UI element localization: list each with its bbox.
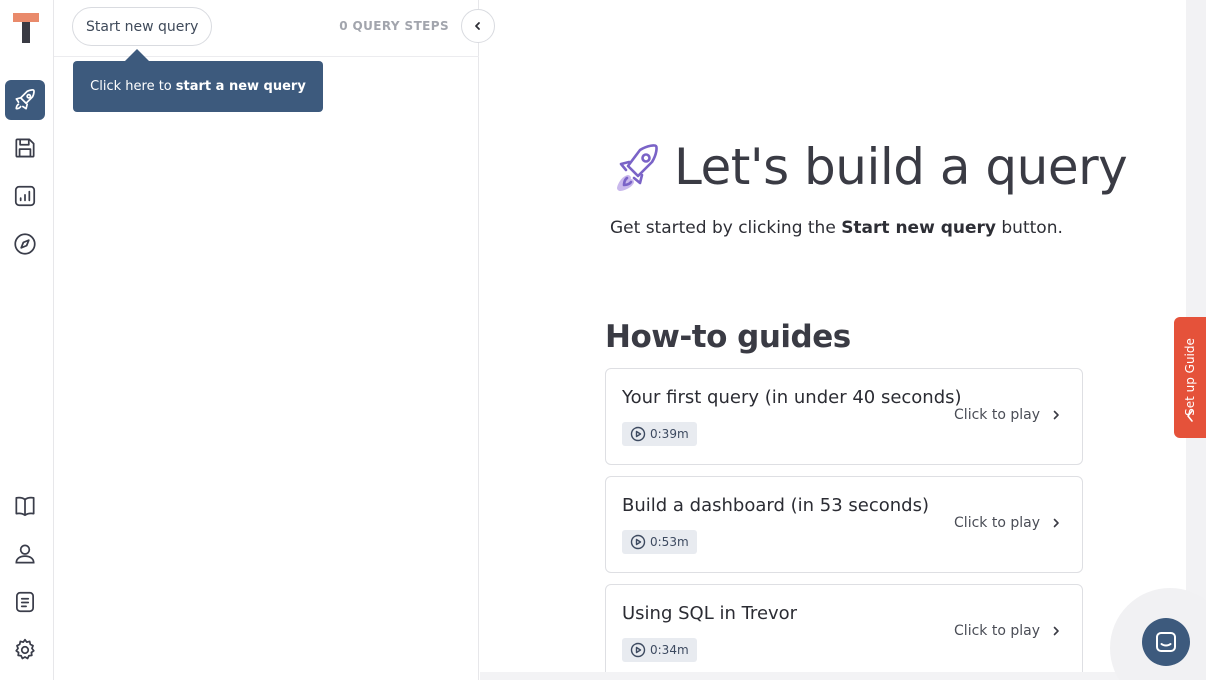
duration-badge: 0:53m bbox=[622, 530, 697, 554]
chevron-left-icon bbox=[475, 22, 480, 30]
book-icon bbox=[15, 496, 35, 517]
tooltip-text: Click here to bbox=[90, 79, 172, 94]
chevron-right-icon bbox=[1053, 626, 1059, 636]
chevron-right-icon bbox=[1053, 410, 1059, 420]
rail-dashboards[interactable] bbox=[5, 176, 45, 216]
hero: Let's build a query bbox=[610, 138, 1128, 196]
query-steps-panel: Start new query 0 QUERY STEPS Click here… bbox=[54, 0, 495, 680]
page-subtitle: Get started by clicking the Start new qu… bbox=[610, 218, 1063, 238]
guides-title: How-to guides bbox=[605, 319, 851, 355]
click-to-play[interactable]: Click to play bbox=[954, 407, 1062, 423]
play-circle-icon bbox=[630, 642, 646, 658]
guide-title: Your first query (in under 40 seconds) bbox=[622, 387, 962, 408]
rocket-icon bbox=[617, 144, 658, 191]
rail-saved[interactable] bbox=[5, 128, 45, 168]
play-circle-icon bbox=[630, 534, 646, 550]
compass-icon bbox=[14, 233, 36, 255]
duration-badge: 0:39m bbox=[622, 422, 697, 446]
save-icon bbox=[15, 138, 35, 158]
panel-header: Start new query 0 QUERY STEPS bbox=[54, 0, 479, 57]
guide-title: Build a dashboard (in 53 seconds) bbox=[622, 495, 929, 516]
duration-badge: 0:34m bbox=[622, 638, 697, 662]
subtitle-bold: Start new query bbox=[841, 218, 996, 238]
duration-text: 0:39m bbox=[650, 427, 689, 441]
user-icon bbox=[15, 544, 35, 564]
rail-docs[interactable] bbox=[5, 486, 45, 526]
rail-settings[interactable] bbox=[5, 630, 45, 670]
icon-rail bbox=[0, 0, 54, 680]
main-content: Let's build a query Get started by click… bbox=[480, 0, 1186, 680]
guide-card[interactable]: Using SQL in Trevor 0:34m Click to play bbox=[605, 584, 1083, 680]
page-title: Let's build a query bbox=[674, 138, 1128, 196]
chat-launcher-button[interactable] bbox=[1142, 618, 1190, 666]
rocket-icon bbox=[15, 89, 35, 110]
subtitle-suffix: button. bbox=[1001, 218, 1063, 238]
guide-title: Using SQL in Trevor bbox=[622, 603, 798, 624]
start-query-tooltip: Click here to start a new query bbox=[73, 49, 323, 112]
trevor-logo[interactable] bbox=[13, 13, 39, 43]
duration-text: 0:53m bbox=[650, 535, 689, 549]
query-steps-count: 0 QUERY STEPS bbox=[339, 19, 449, 33]
guide-card[interactable]: Your first query (in under 40 seconds) 0… bbox=[605, 368, 1083, 465]
rail-query-builder[interactable] bbox=[5, 80, 45, 120]
tooltip-bold-text: start a new query bbox=[175, 79, 306, 94]
start-new-query-button[interactable]: Start new query bbox=[72, 7, 213, 46]
chevron-right-icon bbox=[1053, 518, 1059, 528]
dashboard-icon bbox=[14, 185, 36, 207]
play-label: Click to play bbox=[954, 407, 1040, 423]
play-circle-icon bbox=[630, 426, 646, 442]
collapse-panel-button[interactable] bbox=[461, 9, 495, 43]
subtitle-prefix: Get started by clicking the bbox=[610, 218, 836, 238]
bottom-scroll-strip bbox=[480, 672, 1186, 680]
duration-text: 0:34m bbox=[650, 643, 689, 657]
setup-guide-label: Set up Guide bbox=[1183, 338, 1197, 416]
gear-icon bbox=[15, 638, 35, 660]
play-label: Click to play bbox=[954, 515, 1040, 531]
notes-icon bbox=[16, 591, 34, 613]
guide-card[interactable]: Build a dashboard (in 53 seconds) 0:53m … bbox=[605, 476, 1083, 573]
rail-notes[interactable] bbox=[5, 582, 45, 622]
click-to-play[interactable]: Click to play bbox=[954, 515, 1062, 531]
chat-icon bbox=[1156, 632, 1176, 652]
chevron-left-icon bbox=[1187, 410, 1193, 422]
play-label: Click to play bbox=[954, 623, 1040, 639]
rail-account[interactable] bbox=[5, 534, 45, 574]
rail-explore[interactable] bbox=[5, 224, 45, 264]
setup-guide-tab[interactable]: Set up Guide bbox=[1174, 317, 1206, 438]
click-to-play[interactable]: Click to play bbox=[954, 623, 1062, 639]
